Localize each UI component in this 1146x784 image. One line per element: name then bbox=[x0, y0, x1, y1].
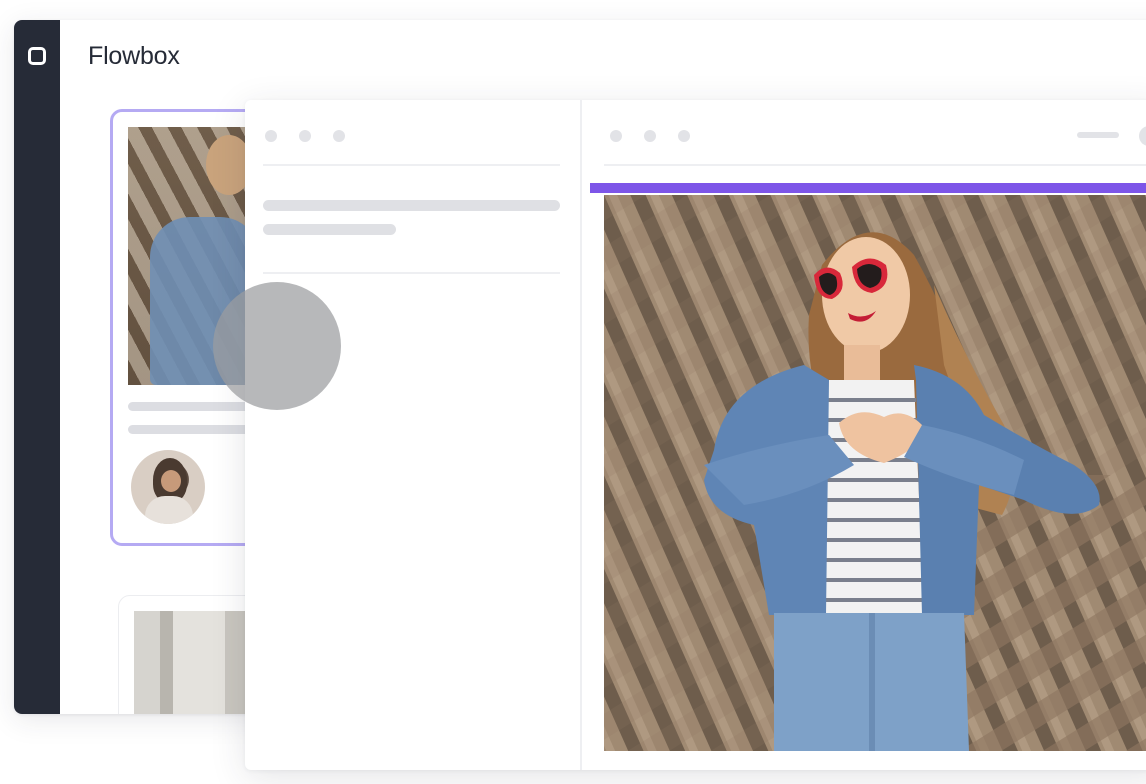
text-placeholder bbox=[263, 224, 396, 235]
divider bbox=[263, 272, 560, 274]
window-control-dot[interactable] bbox=[610, 130, 622, 142]
window-control-dot[interactable] bbox=[678, 130, 690, 142]
flowbox-logo-icon[interactable] bbox=[26, 45, 48, 67]
detail-right-pane bbox=[582, 100, 1146, 770]
app-sidebar-rail bbox=[14, 20, 60, 714]
post-detail-window bbox=[245, 100, 1146, 770]
text-placeholder bbox=[263, 200, 560, 211]
accent-bar bbox=[590, 183, 1146, 193]
window-control-dot[interactable] bbox=[644, 130, 656, 142]
divider bbox=[263, 164, 560, 166]
window-control-dot[interactable] bbox=[299, 130, 311, 142]
window-control-dot[interactable] bbox=[333, 130, 345, 142]
cursor-highlight bbox=[213, 282, 341, 410]
window-control-dot[interactable] bbox=[265, 130, 277, 142]
author-avatar bbox=[131, 450, 205, 524]
toolbar-placeholder bbox=[1077, 132, 1119, 138]
divider bbox=[604, 164, 1146, 166]
app-title: Flowbox bbox=[88, 42, 180, 70]
detail-left-pane bbox=[245, 100, 582, 770]
toolbar-button[interactable] bbox=[1139, 126, 1146, 146]
post-photo bbox=[604, 195, 1146, 751]
